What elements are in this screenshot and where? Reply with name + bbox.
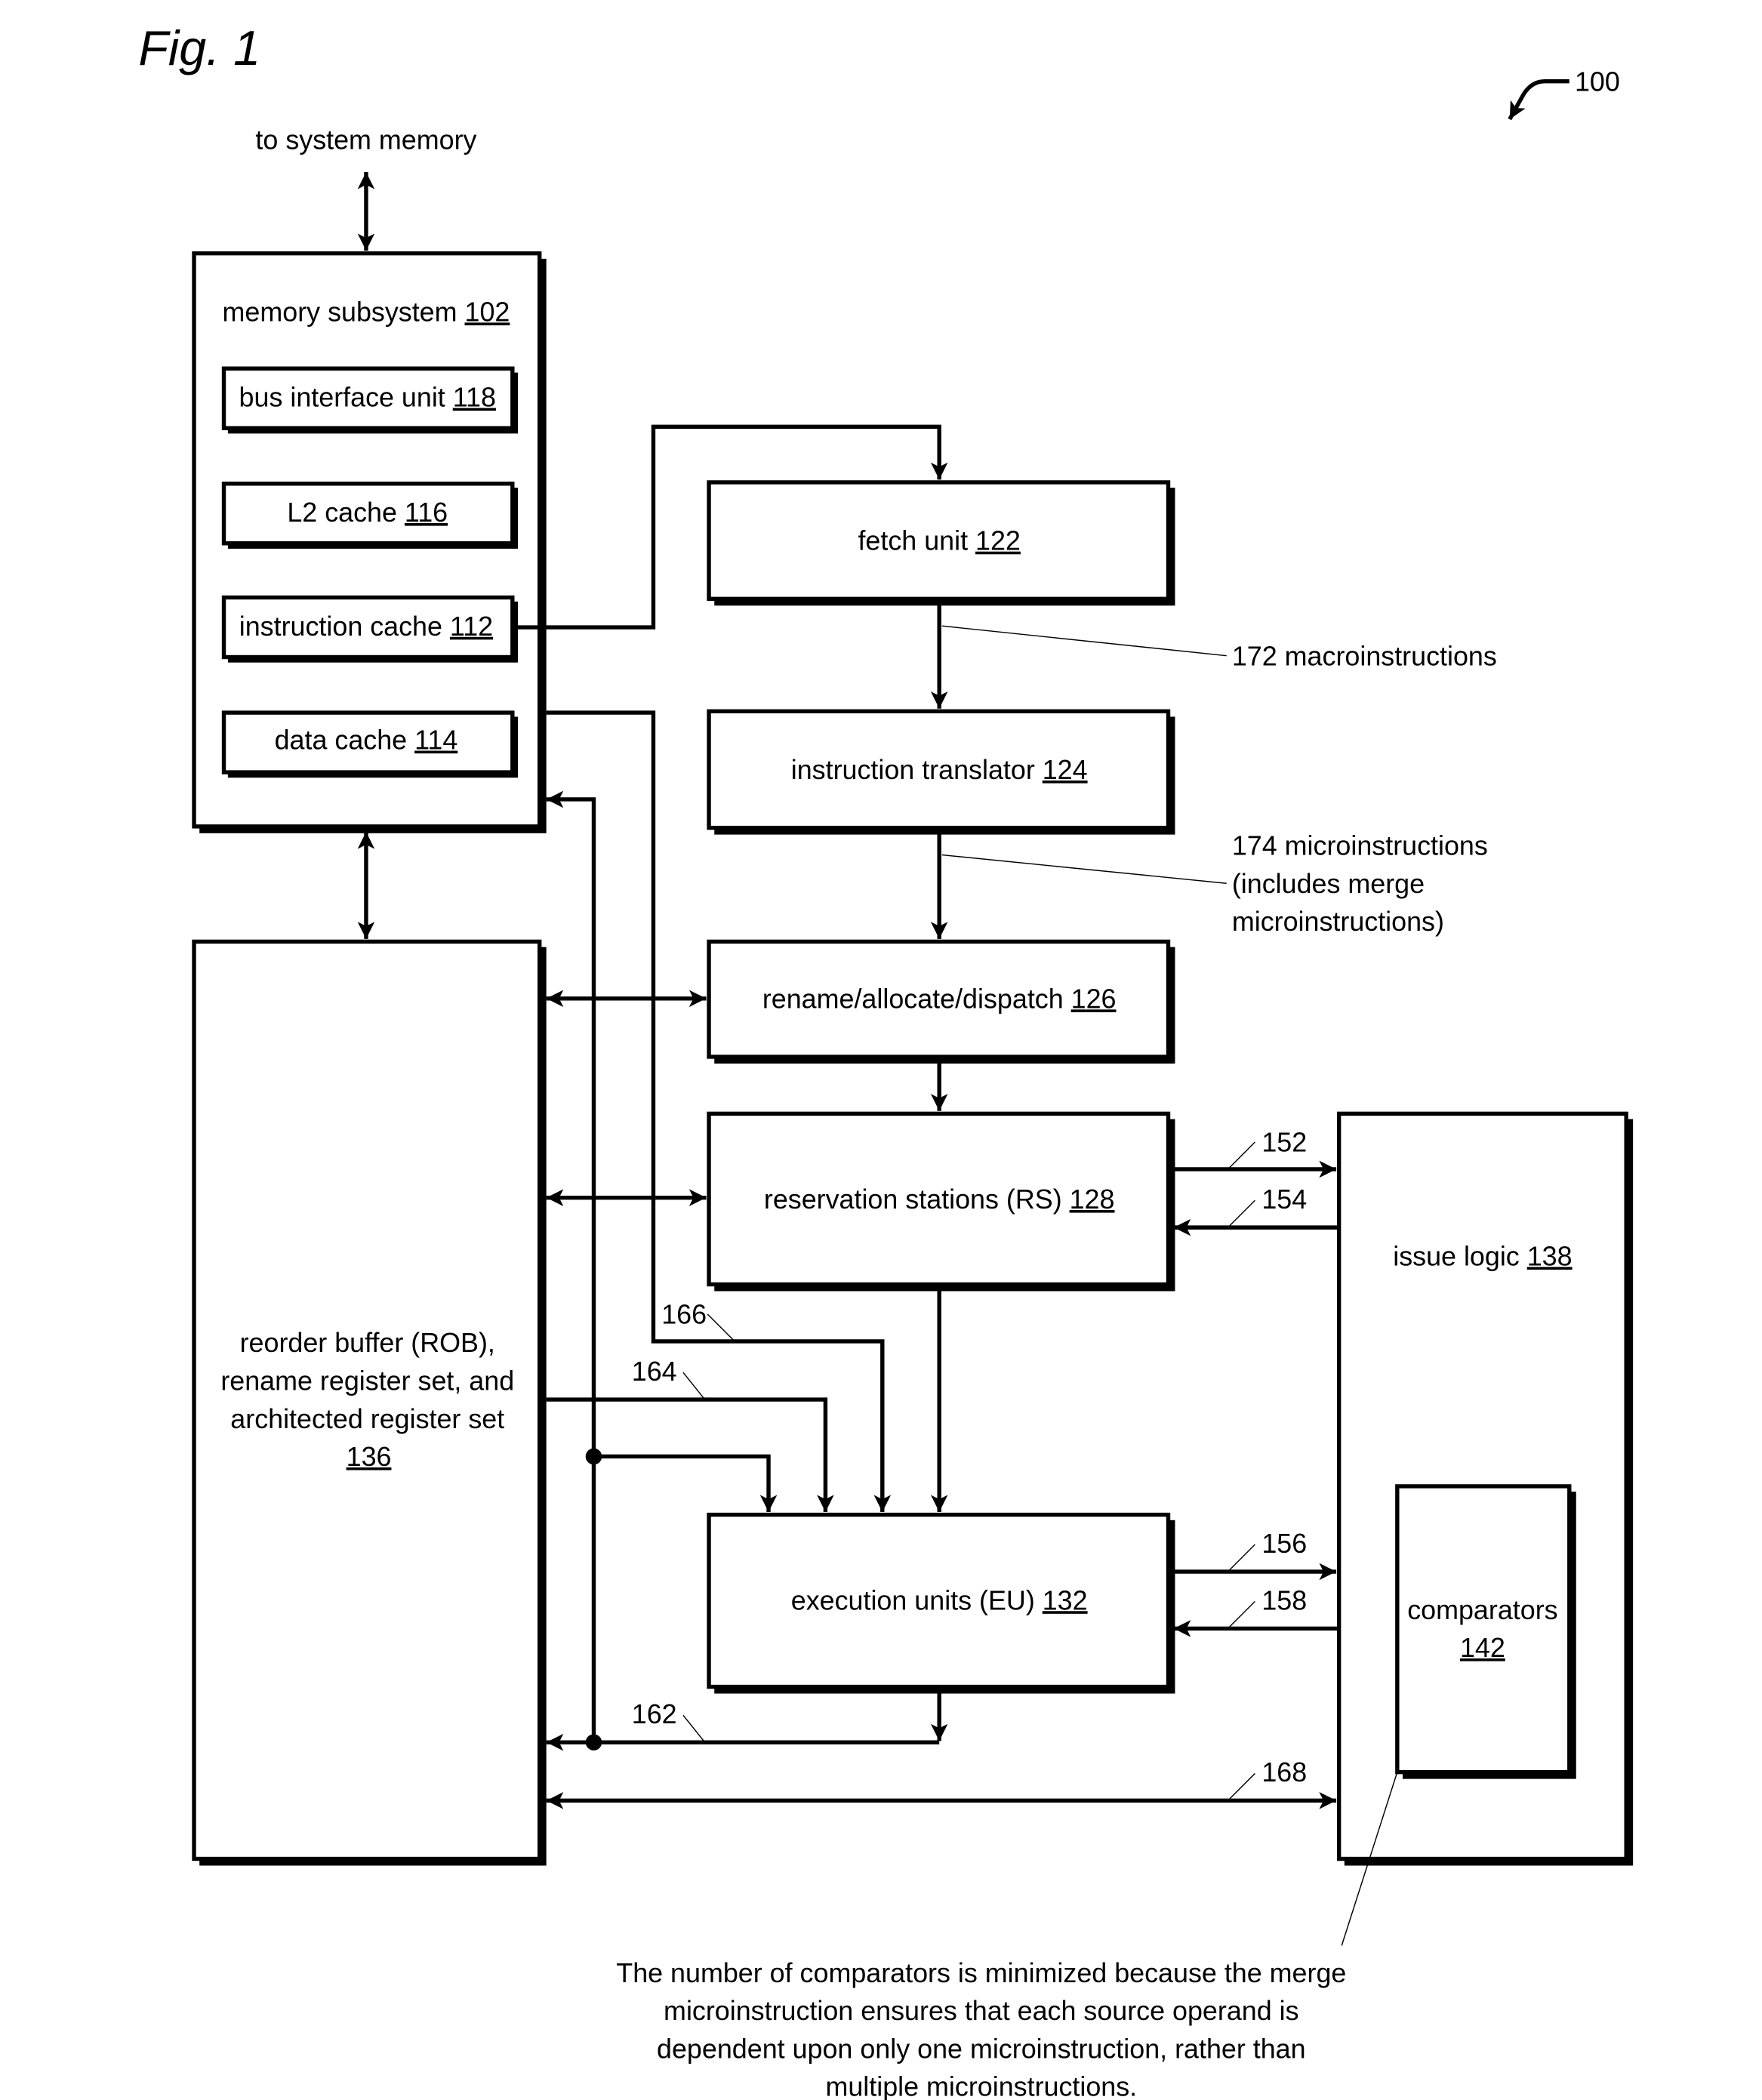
memory-subsystem-label: memory subsystem 102: [223, 297, 510, 327]
result-forward-to-eu-wire: [593, 1454, 778, 1513]
figure-title: Fig. 1: [138, 21, 260, 75]
leader-162: [682, 1714, 706, 1743]
comparators-label: comparators: [1407, 1595, 1557, 1625]
signal-168-label: 168: [1261, 1757, 1307, 1787]
rob-register-set-block[interactable]: reorder buffer (ROB), rename register se…: [192, 939, 547, 1866]
bus-interface-unit-block[interactable]: bus interface unit 118: [221, 366, 518, 434]
instruction-cache-block[interactable]: instruction cache 112: [221, 595, 518, 663]
comparators-block[interactable]: comparators 142: [1395, 1484, 1576, 1779]
signal-172-label: 172 macroinstructions: [1232, 641, 1497, 671]
junction-dot: [585, 1448, 602, 1465]
signal-164-label: 164: [632, 1356, 677, 1387]
rob-ref: 136: [347, 1442, 392, 1472]
rename-allocate-dispatch-block[interactable]: rename/allocate/dispatch 126: [707, 939, 1175, 1064]
execution-units-label: execution units (EU) 132: [791, 1585, 1088, 1615]
signal-174-line-2: (includes merge: [1232, 869, 1425, 899]
data-cache-label: data cache 114: [275, 725, 458, 756]
comparators-ref: 142: [1460, 1633, 1505, 1663]
l2-cache-label: L2 cache 116: [287, 497, 448, 528]
bus-interface-unit-label: bus interface unit 118: [239, 382, 496, 412]
caption-line-3: dependent upon only one microinstruction…: [657, 2034, 1306, 2064]
l2-cache-block[interactable]: L2 cache 116: [221, 482, 518, 549]
leader-156: [1227, 1544, 1255, 1572]
system-memory-label: to system memory: [255, 125, 476, 155]
data-cache-block[interactable]: data cache 114: [221, 710, 518, 778]
rob-label-line-2: rename register set, and: [220, 1366, 514, 1396]
caption-line-1: The number of comparators is minimized b…: [616, 1958, 1346, 1988]
signal-156-label: 156: [1261, 1529, 1307, 1559]
caption-line-2: microinstruction ensures that each sourc…: [664, 1996, 1299, 2026]
patent-figure: Fig. 1 100 to system memory memory subsy…: [0, 0, 1762, 2100]
signal-174-line-1: 174 microinstructions: [1232, 831, 1488, 861]
rename-allocate-dispatch-label: rename/allocate/dispatch 126: [762, 984, 1117, 1014]
signal-174-line-3: microinstructions): [1232, 907, 1444, 937]
junction-dot: [585, 1734, 602, 1751]
block-diagram: Fig. 1 100 to system memory memory subsy…: [138, 21, 1634, 2100]
rob-label-line-3: architected register set: [230, 1404, 504, 1434]
leader-152: [1227, 1141, 1255, 1170]
caption-note: The number of comparators is minimized b…: [616, 1958, 1346, 2100]
figure-ref-100: 100: [1508, 66, 1620, 121]
leader-154: [1227, 1199, 1255, 1228]
caption-line-4: multiple microinstructions.: [825, 2072, 1137, 2100]
ref-pointer-arrow-icon: [1508, 79, 1569, 121]
signal-162-label: 162: [632, 1699, 677, 1729]
signal-158-label: 158: [1261, 1585, 1307, 1615]
result-to-memory-wire: [546, 790, 596, 1743]
signal-166-label: 166: [661, 1300, 707, 1330]
leader-172: [941, 625, 1227, 657]
leader-174: [941, 854, 1227, 884]
leader-164: [682, 1372, 706, 1400]
rob-label-line-1: reorder buffer (ROB),: [240, 1328, 495, 1358]
leader-168: [1227, 1772, 1255, 1801]
execution-units-block[interactable]: execution units (EU) 132: [707, 1512, 1175, 1694]
issue-logic-label: issue logic 138: [1393, 1241, 1572, 1271]
instruction-cache-label: instruction cache 112: [239, 611, 493, 642]
signal-154-label: 154: [1261, 1184, 1307, 1215]
leader-166: [707, 1313, 735, 1342]
leader-158: [1227, 1600, 1255, 1629]
reservation-stations-label: reservation stations (RS) 128: [764, 1184, 1115, 1215]
fetch-unit-block[interactable]: fetch unit 122: [707, 480, 1175, 606]
fetch-unit-label: fetch unit 122: [858, 526, 1020, 556]
instruction-translator-block[interactable]: instruction translator 124: [707, 709, 1175, 835]
signal-152-label: 152: [1261, 1128, 1307, 1158]
reservation-stations-block[interactable]: reservation stations (RS) 128: [707, 1111, 1175, 1292]
figure-ref-number: 100: [1575, 66, 1620, 97]
instruction-translator-label: instruction translator 124: [791, 755, 1088, 785]
